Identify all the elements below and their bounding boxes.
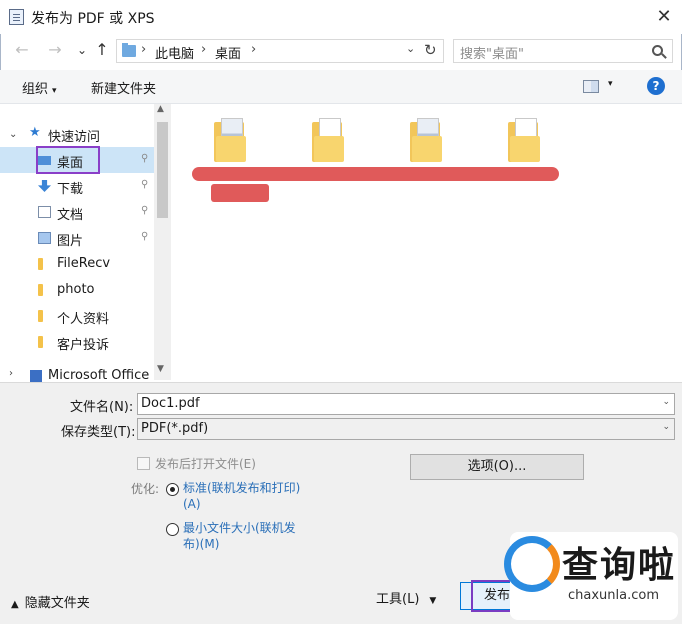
search-input[interactable]: 搜索"桌面" [453,39,673,63]
redaction-bar [211,184,269,202]
filename-label: 文件名(N): [70,400,134,415]
breadcrumb-separator: › [251,42,257,57]
new-folder-button[interactable]: 新建文件夹 [91,78,156,97]
highlight-annotation [36,146,100,174]
search-icon [652,45,663,56]
chevron-down-icon[interactable]: ⌄ [662,422,670,432]
filetype-select[interactable]: PDF(*.pdf) ⌄ [137,418,675,440]
breadcrumb-this-pc[interactable]: 此电脑 [155,43,194,62]
filename-value: Doc1.pdf [141,396,200,411]
download-icon [38,180,51,192]
window-title: 发布为 PDF 或 XPS [31,11,155,27]
chevron-down-icon[interactable]: ⌄ [662,397,670,407]
document-icon [9,9,24,25]
search-placeholder: 搜索"桌面" [460,47,524,62]
sidebar-item-label: 图片 [57,234,84,249]
open-after-publish-label: 发布后打开文件(E) [155,457,256,471]
standard-radio-label[interactable]: 标准(联机发布和打印) (A) [183,480,300,512]
organize-menu-button[interactable]: 组织 ▾ [22,78,57,97]
folder-item-icon[interactable] [214,118,248,162]
filetype-value: PDF(*.pdf) [141,421,209,436]
sidebar-item-documents[interactable]: 文档 ⚲ [0,199,154,225]
caret-down-icon: ▼ [429,596,437,606]
sidebar-item-photo[interactable]: photo [0,277,154,303]
nav-scrollbar-thumb[interactable] [157,122,168,218]
sidebar-item-filerecv[interactable]: FileRecv [0,251,154,277]
address-row: ← → ⌄ ↑ › 此电脑 › 桌面 › ⌄ ↻ 搜索"桌面" [0,34,682,68]
redaction-bar [192,167,559,181]
sidebar-item-label: FileRecv [57,256,111,271]
address-bar[interactable]: › 此电脑 › 桌面 › ⌄ ↻ [116,39,444,63]
expand-chevron-icon[interactable]: › [9,368,13,379]
refresh-icon[interactable]: ↻ [424,41,437,59]
logo-icon [504,536,560,592]
sidebar-item-label: 客户投诉 [57,338,110,353]
sidebar-item-downloads[interactable]: 下载 ⚲ [0,173,154,199]
breadcrumb-separator: › [141,42,147,57]
picture-icon [38,232,51,244]
folder-icon [38,284,43,296]
back-button[interactable]: ← [13,41,31,59]
address-dropdown-chevron-icon[interactable]: ⌄ [406,42,415,55]
desktop-folder-icon [122,43,136,57]
sidebar-item-personal[interactable]: 个人资料 [0,303,154,329]
pin-icon: ⚲ [141,153,149,164]
close-button[interactable]: ✕ [652,5,676,29]
sidebar-item-label: 个人资料 [57,312,110,327]
collapse-caret-icon: ▲ [11,599,19,610]
folder-icon [38,310,43,322]
sidebar-item-pictures[interactable]: 图片 ⚲ [0,225,154,251]
watermark-url: chaxunla.com [568,588,659,603]
scroll-down-arrow-icon[interactable]: ▼ [157,364,164,374]
tools-label: 工具(L) [376,592,420,607]
filetype-label: 保存类型(T): [61,425,136,440]
options-button[interactable]: 选项(O)... [410,454,584,480]
sidebar-item-complaints[interactable]: 客户投诉 [0,329,154,355]
minimum-size-radio[interactable] [166,523,179,536]
watermark-text: 查询啦 [562,545,677,586]
recent-locations-button[interactable]: ⌄ [73,41,91,59]
folder-item-icon[interactable] [312,118,346,162]
star-icon: ★ [29,125,41,140]
office-icon [30,370,42,382]
organize-label: 组织 [22,82,49,97]
sidebar-item-microsoft-office[interactable]: › Microsoft Office [0,368,154,382]
folder-icon [38,336,43,348]
folder-item-icon[interactable] [508,118,542,162]
hide-folders-label: 隐藏文件夹 [24,596,90,611]
up-button[interactable]: ↑ [93,41,111,59]
standard-radio[interactable] [166,483,179,496]
watermark-logo: 查询啦 chaxunla.com [502,530,680,622]
breadcrumb-separator: › [201,42,207,57]
hide-folders-toggle[interactable]: ▲ 隐藏文件夹 [11,592,90,611]
sidebar-item-label: Microsoft Office [48,368,150,382]
filename-field[interactable]: Doc1.pdf ⌄ [137,393,675,415]
caret-down-icon: ▾ [52,86,57,96]
folder-item-icon[interactable] [410,118,444,162]
title-bar: 发布为 PDF 或 XPS ✕ [0,0,682,34]
pin-icon: ⚲ [141,231,149,242]
open-after-publish-checkbox[interactable] [137,457,150,470]
tools-menu-button[interactable]: 工具(L) ▼ [376,588,436,607]
file-list-area [172,104,682,382]
command-toolbar: 组织 ▾ 新建文件夹 ▾ ? [0,70,682,104]
minimum-size-radio-label[interactable]: 最小文件大小(联机发 布)(M) [183,520,296,552]
quick-access-label[interactable]: 快速访问 [48,126,100,145]
breadcrumb-desktop[interactable]: 桌面 [215,43,241,62]
help-icon[interactable]: ? [647,77,665,95]
forward-button[interactable]: → [46,41,64,59]
pin-icon: ⚲ [141,205,149,216]
document-icon [38,206,51,218]
view-options-caret-icon[interactable]: ▾ [608,79,613,89]
sidebar-item-label: 文档 [57,208,84,223]
folder-icon [38,258,43,270]
expand-chevron-icon[interactable]: ⌄ [9,129,17,140]
change-view-icon[interactable] [583,80,599,93]
scroll-up-arrow-icon[interactable]: ▲ [157,104,164,114]
sidebar-item-label: photo [57,282,95,297]
pin-icon: ⚲ [141,179,149,190]
optimize-label: 优化: [131,482,160,496]
sidebar-item-label: 下载 [57,182,84,197]
